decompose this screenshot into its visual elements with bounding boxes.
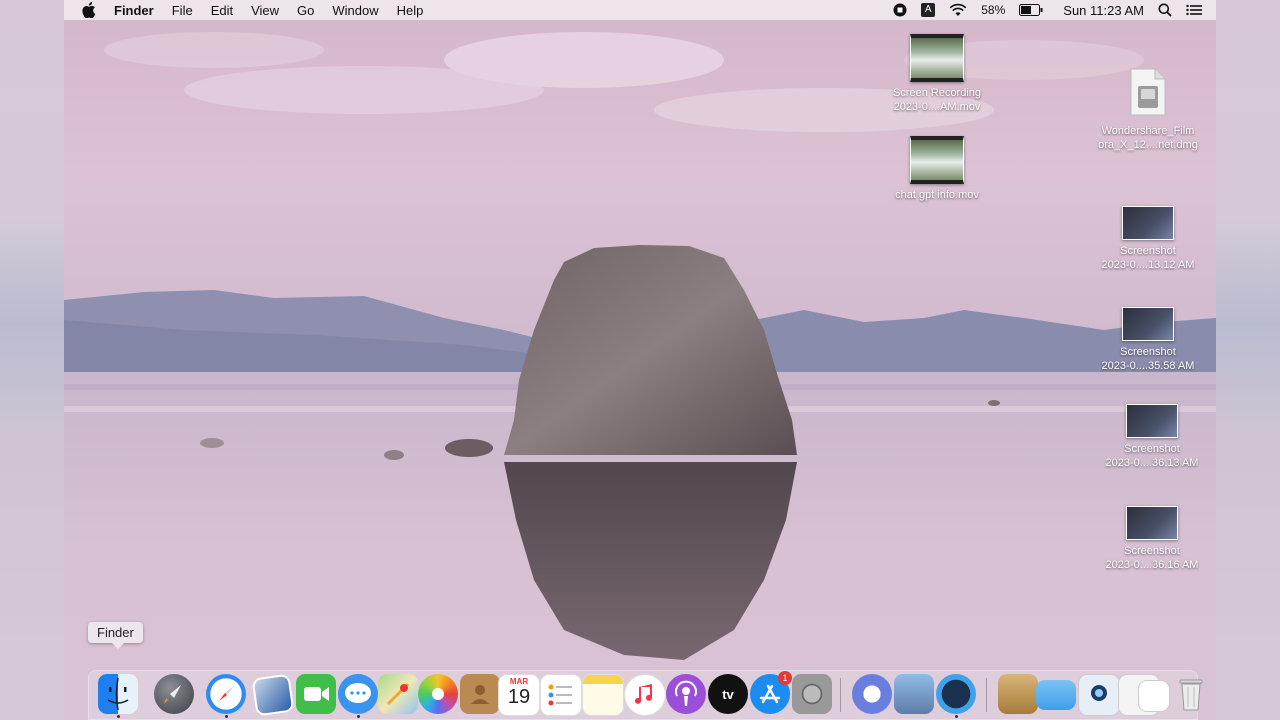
calendar-month: MAR bbox=[509, 677, 529, 686]
menu-window[interactable]: Window bbox=[332, 3, 378, 18]
dock-trash-icon[interactable] bbox=[1176, 674, 1206, 714]
dock-quicktime-icon[interactable] bbox=[936, 674, 976, 714]
desktop-file-screenshot-4[interactable]: Screenshot 2023-0....36.16 AM bbox=[1096, 506, 1208, 572]
file-name-line1: Wondershare_Film bbox=[1101, 125, 1195, 137]
dock-podcasts-icon[interactable] bbox=[666, 674, 706, 714]
input-source-icon[interactable]: A bbox=[921, 3, 936, 17]
dock-documents-stack-icon-2[interactable] bbox=[1138, 680, 1170, 712]
dock: MAR 19 tv 1 bbox=[88, 670, 1203, 720]
file-name-line2: 2023-0....35.58 AM bbox=[1101, 360, 1195, 372]
right-blur-panel bbox=[1216, 0, 1280, 720]
desktop-file-screenshot-2[interactable]: Screenshot 2023-0....35.58 AM bbox=[1092, 307, 1204, 373]
dock-facetime-icon[interactable] bbox=[296, 674, 336, 714]
notification-center-icon[interactable] bbox=[1186, 4, 1202, 16]
file-name-line2: 2023-0....AM.mov bbox=[893, 101, 981, 113]
desktop-file-chat-gpt-info[interactable]: chat gpt info.mov bbox=[882, 136, 992, 202]
file-name-line2: 2023-0....13.12 AM bbox=[1101, 259, 1195, 271]
menu-go[interactable]: Go bbox=[297, 3, 314, 18]
calendar-day: 19 bbox=[507, 686, 531, 708]
dock-maps-icon[interactable] bbox=[378, 674, 418, 714]
spotlight-search-icon[interactable] bbox=[1158, 3, 1172, 17]
file-name-line1: chat gpt info.mov bbox=[895, 189, 979, 201]
dock-archive-icon[interactable] bbox=[998, 674, 1038, 714]
menu-app-name[interactable]: Finder bbox=[114, 3, 154, 18]
desktop-file-screenshot-1[interactable]: Screenshot 2023-0....13.12 AM bbox=[1092, 206, 1204, 272]
dock-finder-icon[interactable] bbox=[98, 674, 138, 714]
menu-file[interactable]: File bbox=[172, 3, 193, 18]
file-name-line1: Screenshot bbox=[1120, 245, 1176, 257]
dock-contacts-icon[interactable] bbox=[460, 674, 500, 714]
dock-launchpad-icon[interactable] bbox=[154, 674, 194, 714]
menu-edit[interactable]: Edit bbox=[211, 3, 233, 18]
file-name-line1: Screenshot bbox=[1124, 443, 1180, 455]
battery-icon[interactable] bbox=[1019, 4, 1043, 16]
screenshot-thumbnail bbox=[1126, 404, 1178, 438]
menu-view[interactable]: View bbox=[251, 3, 279, 18]
desktop-file-wondershare-dmg[interactable]: Wondershare_Film ora_X_12....net.dmg bbox=[1092, 68, 1204, 152]
dock-notes-icon[interactable] bbox=[582, 674, 624, 716]
disk-image-icon bbox=[1130, 68, 1166, 116]
dock-apple-tv-icon[interactable]: tv bbox=[708, 674, 748, 714]
tv-label: tv bbox=[722, 686, 734, 702]
dock-reminders-icon[interactable] bbox=[540, 674, 582, 716]
dock-system-preferences-icon[interactable] bbox=[792, 674, 832, 714]
video-thumbnail bbox=[910, 136, 964, 184]
left-blur-panel bbox=[0, 0, 64, 720]
dock-separator bbox=[986, 678, 987, 712]
wifi-icon[interactable] bbox=[949, 3, 967, 17]
file-name-line2: 2023-0....36.16 AM bbox=[1105, 559, 1199, 571]
dock-photos-icon[interactable] bbox=[418, 674, 458, 714]
notification-badge: 1 bbox=[778, 671, 792, 685]
desktop-file-screen-recording[interactable]: Screen Recording 2023-0....AM.mov bbox=[882, 34, 992, 114]
dock-folder-icon[interactable] bbox=[1036, 680, 1076, 710]
running-indicator bbox=[225, 715, 228, 718]
dock-image-capture-icon[interactable] bbox=[894, 674, 934, 714]
file-name-line1: Screenshot bbox=[1120, 346, 1176, 358]
apple-icon[interactable] bbox=[82, 2, 96, 18]
running-indicator bbox=[955, 715, 958, 718]
dock-messages-icon[interactable] bbox=[338, 674, 378, 714]
desktop-wallpaper bbox=[64, 0, 1216, 720]
menu-bar: Finder File Edit View Go Window Help A 5… bbox=[64, 0, 1216, 20]
dock-app-store-icon[interactable]: 1 bbox=[750, 671, 792, 714]
screenshot-thumbnail bbox=[1122, 206, 1174, 240]
menu-help[interactable]: Help bbox=[397, 3, 424, 18]
screenshot-thumbnail bbox=[1122, 307, 1174, 341]
running-indicator bbox=[117, 715, 120, 718]
file-name-line2: ora_X_12....net.dmg bbox=[1098, 139, 1198, 151]
dock-music-icon[interactable] bbox=[624, 674, 666, 716]
dock-torrent-app-icon[interactable] bbox=[852, 674, 892, 714]
video-thumbnail bbox=[910, 34, 964, 82]
status-area: A 58% Sun 11:23 AM bbox=[893, 0, 1202, 20]
screenshot-thumbnail bbox=[1126, 506, 1178, 540]
running-indicator bbox=[357, 715, 360, 718]
dock-safari-icon[interactable] bbox=[206, 674, 246, 714]
dock-tooltip: Finder bbox=[88, 622, 143, 649]
clock[interactable]: Sun 11:23 AM bbox=[1063, 3, 1144, 18]
desktop-file-screenshot-3[interactable]: Screenshot 2023-0....36.13 AM bbox=[1096, 404, 1208, 470]
dock-calendar-icon[interactable]: MAR 19 bbox=[498, 674, 540, 716]
dock-recording-file-icon[interactable] bbox=[1078, 674, 1120, 716]
file-name-line1: Screen Recording bbox=[892, 87, 982, 99]
battery-percent: 58% bbox=[981, 3, 1006, 17]
dock-separator bbox=[840, 678, 841, 712]
file-name-line2: 2023-0....36.13 AM bbox=[1105, 457, 1199, 469]
dock-preview-icon[interactable] bbox=[251, 673, 295, 717]
mac-screen: Finder File Edit View Go Window Help A 5… bbox=[64, 0, 1216, 720]
screen-record-stop-icon[interactable] bbox=[893, 3, 907, 17]
file-name-line1: Screenshot bbox=[1124, 545, 1180, 557]
